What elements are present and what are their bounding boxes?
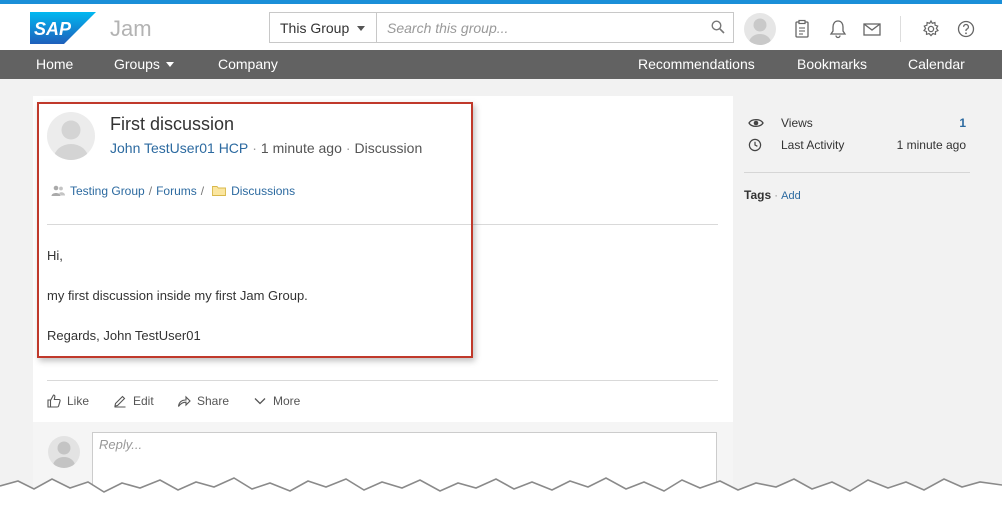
nav-recommendations[interactable]: Recommendations	[638, 56, 755, 72]
torn-edge-decoration	[0, 477, 1002, 508]
user-silhouette-icon	[54, 120, 88, 160]
content-divider	[47, 224, 718, 225]
help-icon[interactable]	[956, 19, 976, 39]
meta-separator: ·	[345, 140, 351, 156]
app-name: Jam	[110, 16, 152, 41]
edit-button[interactable]: Edit	[113, 394, 154, 408]
breadcrumb-discussions[interactable]: Discussions	[231, 184, 295, 198]
search-field[interactable]	[376, 12, 734, 43]
post-body-line: Regards, John TestUser01	[47, 328, 201, 343]
breadcrumb-separator: /	[148, 184, 153, 198]
tags-label: Tags	[744, 188, 772, 202]
author-avatar[interactable]	[47, 112, 95, 160]
post-meta: John TestUser01 HCP · 1 minute ago · Discuss…	[110, 140, 422, 156]
author-link[interactable]: John TestUser01 HCP	[110, 140, 248, 156]
eye-icon	[748, 118, 764, 128]
mail-icon[interactable]	[862, 19, 882, 39]
edit-label: Edit	[133, 394, 154, 408]
share-label: Share	[197, 394, 230, 408]
actions-divider	[47, 380, 718, 381]
search-scope-dropdown[interactable]: This Group	[269, 12, 377, 43]
nav-groups[interactable]: Groups	[114, 56, 174, 72]
post-title: First discussion	[110, 114, 235, 134]
nav-bookmarks[interactable]: Bookmarks	[797, 56, 867, 72]
post-body-line: Hi,	[47, 248, 63, 263]
tags-section: Tags · Add	[744, 188, 801, 202]
top-bar: SAP Jam This Group	[0, 0, 1002, 50]
breadcrumb-group[interactable]: Testing Group	[70, 184, 145, 198]
share-icon	[177, 395, 191, 407]
pencil-icon	[114, 395, 126, 408]
user-avatar[interactable]	[744, 13, 776, 45]
search-scope-label: This Group	[280, 20, 350, 36]
chevron-down-icon	[357, 26, 365, 31]
user-silhouette-icon	[53, 441, 75, 468]
details-panel: Views 1 Last Activity 1 minute ago Tags ·…	[736, 96, 978, 508]
panel-divider	[744, 172, 970, 173]
views-count[interactable]: 1	[959, 116, 966, 130]
add-tag-link[interactable]: Add	[781, 190, 801, 202]
chevron-down-icon	[165, 62, 174, 67]
chevron-down-icon	[254, 398, 266, 405]
like-label: Like	[67, 394, 90, 408]
last-activity-label: Last Activity	[781, 138, 845, 152]
post-type: Discussion	[354, 140, 423, 156]
svg-text:SAP: SAP	[34, 19, 72, 39]
gear-icon[interactable]	[921, 19, 941, 39]
clock-icon	[748, 138, 762, 152]
more-button[interactable]: More	[253, 394, 300, 408]
group-icon	[51, 185, 65, 196]
last-activity-value: 1 minute ago	[896, 138, 966, 152]
like-button[interactable]: Like	[47, 394, 89, 408]
share-button[interactable]: Share	[177, 394, 229, 408]
breadcrumb: Testing Group / Forums / Discussions	[51, 184, 295, 198]
tags-separator: ·	[774, 188, 779, 202]
search-input[interactable]	[377, 13, 697, 42]
toolbar-divider	[900, 16, 901, 42]
breadcrumb-separator: /	[200, 184, 205, 198]
nav-company[interactable]: Company	[218, 56, 278, 72]
breadcrumb-forums[interactable]: Forums	[156, 184, 197, 198]
clipboard-icon[interactable]	[792, 19, 812, 39]
post-body-line: my first discussion inside my first Jam …	[47, 288, 308, 303]
sap-logo[interactable]: SAP	[30, 12, 96, 44]
nav-home[interactable]: Home	[36, 56, 73, 72]
user-silhouette-icon	[749, 18, 771, 45]
post-time: 1 minute ago	[260, 140, 342, 156]
thumbs-up-icon	[47, 394, 61, 408]
nav-groups-label: Groups	[114, 56, 160, 72]
discussion-card: First discussion John TestUser01 HCP · 1 m…	[33, 96, 733, 508]
meta-separator: ·	[252, 140, 257, 156]
nav-calendar[interactable]: Calendar	[908, 56, 965, 72]
views-label: Views	[781, 116, 813, 130]
search-icon[interactable]	[711, 20, 725, 34]
folder-icon	[212, 186, 227, 196]
bell-icon[interactable]	[828, 19, 848, 39]
more-label: More	[273, 394, 301, 408]
main-nav: Home Groups Company Recommendations Book…	[0, 50, 1002, 79]
current-user-avatar	[48, 436, 80, 468]
